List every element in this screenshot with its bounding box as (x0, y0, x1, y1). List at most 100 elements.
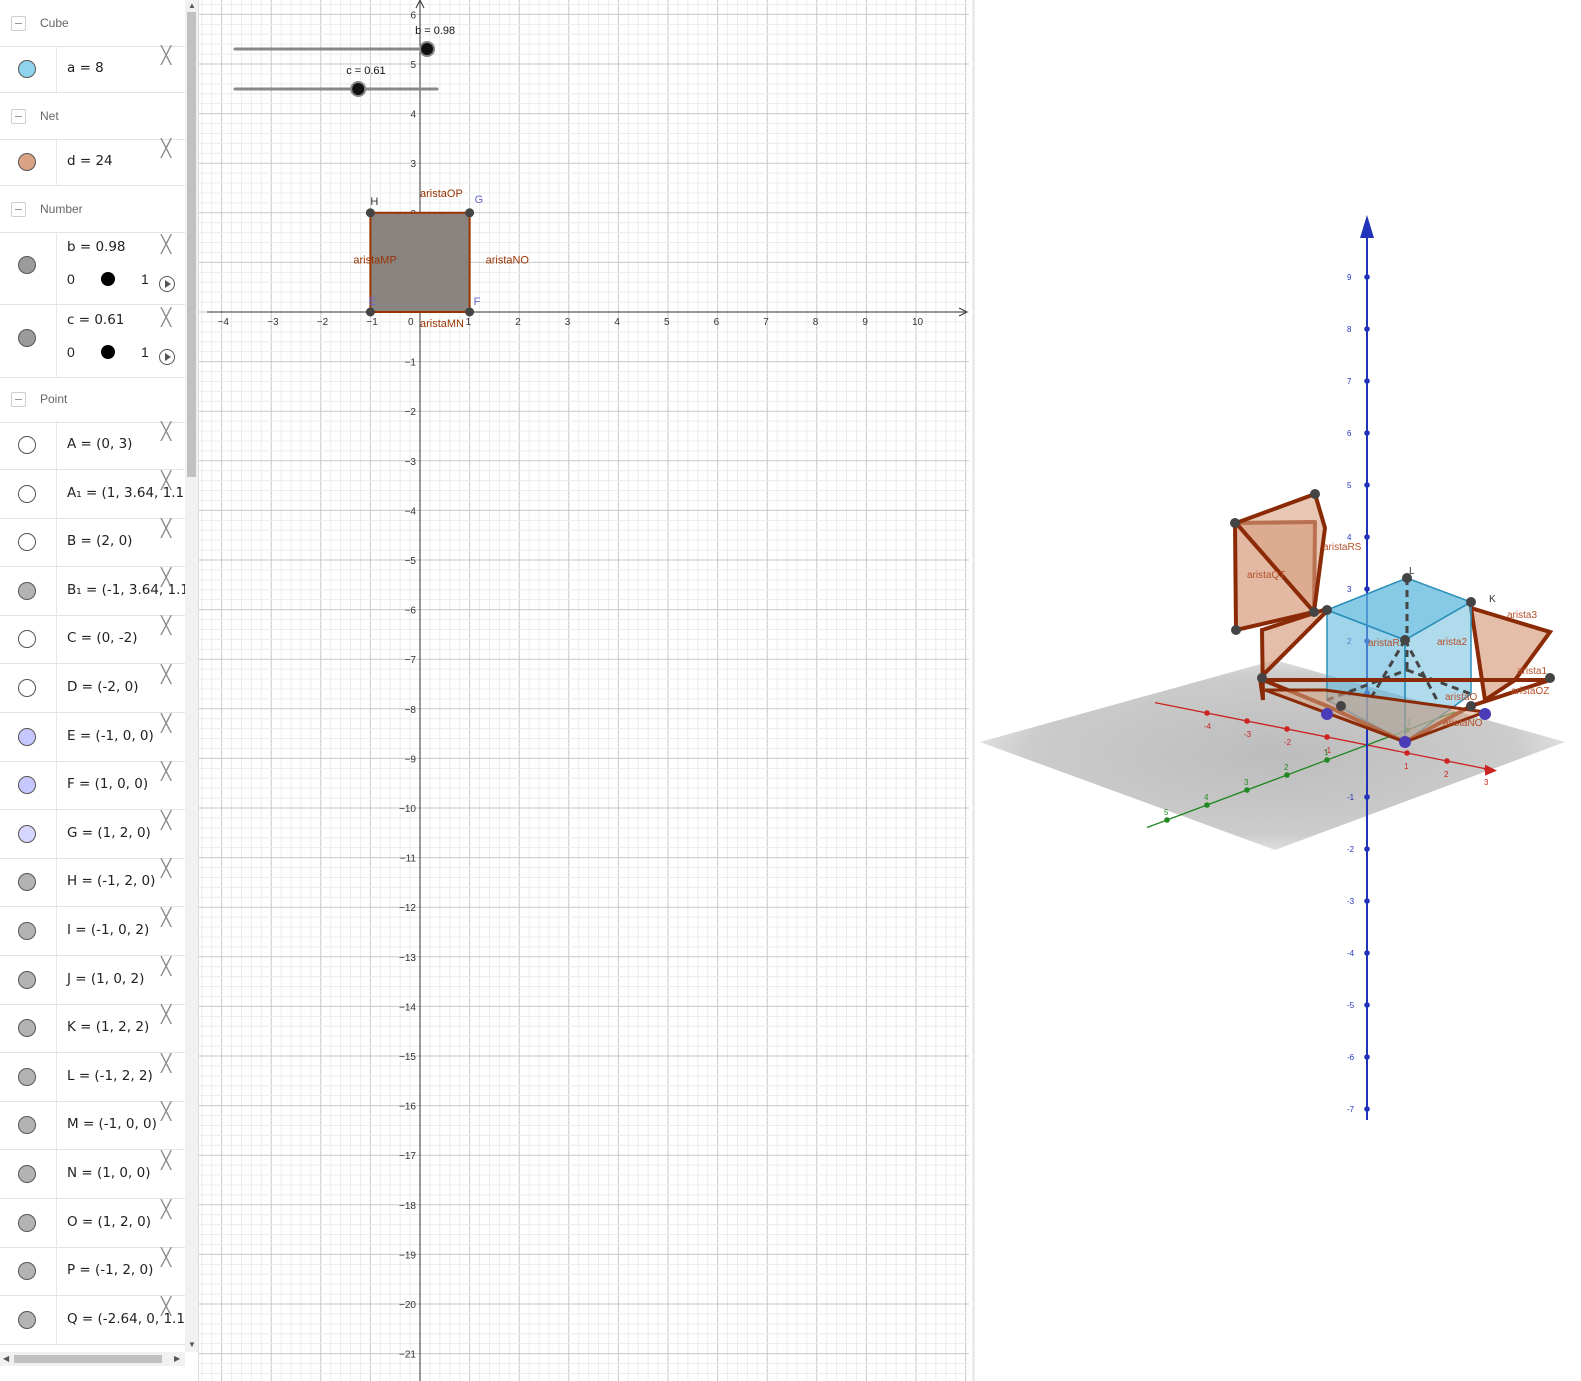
point-row[interactable]: H = (-1, 2, 0) ╳ (0, 858, 185, 908)
delete-object-icon[interactable]: ╳ (161, 715, 171, 733)
slider-handle[interactable] (421, 43, 434, 55)
delete-object-icon[interactable]: ╳ (161, 1103, 171, 1121)
delete-object-icon[interactable]: ╳ (161, 860, 171, 878)
group-header-cube[interactable]: Cube (0, 0, 185, 47)
visibility-toggle-icon[interactable] (18, 329, 36, 347)
visibility-toggle-icon[interactable] (18, 1310, 36, 1329)
object-definition[interactable]: L = (-1, 2, 2) (67, 1068, 153, 1084)
object-definition[interactable]: G = (1, 2, 0) (67, 825, 151, 841)
slider-definition[interactable]: b = 0.98 (67, 239, 126, 255)
point-row[interactable]: L = (-1, 2, 2) ╳ (0, 1052, 185, 1102)
group-header-point[interactable]: Point (0, 376, 185, 423)
delete-object-icon[interactable]: ╳ (161, 617, 171, 635)
object-definition[interactable]: B = (2, 0) (67, 533, 132, 549)
object-definition[interactable]: P = (-1, 2, 0) (67, 1262, 153, 1278)
object-definition[interactable]: N = (1, 0, 0) (67, 1165, 150, 1181)
visibility-toggle-icon[interactable] (18, 1067, 36, 1086)
point-F[interactable] (465, 307, 475, 317)
delete-object-icon[interactable]: ╳ (161, 569, 171, 587)
slider-c[interactable]: c = 0.61 (233, 65, 439, 97)
delete-object-icon[interactable]: ╳ (161, 520, 171, 538)
point-row[interactable]: O = (1, 2, 0) ╳ (0, 1198, 185, 1248)
point-3d[interactable] (1310, 489, 1320, 499)
algebra-horizontal-scroll-thumb[interactable] (14, 1355, 162, 1363)
visibility-toggle-icon[interactable] (18, 679, 36, 697)
delete-object-icon[interactable]: ╳ (161, 140, 171, 158)
object-definition[interactable]: K = (1, 2, 2) (67, 1019, 149, 1035)
point-row[interactable]: C = (0, -2) ╳ (0, 615, 185, 665)
point-row[interactable]: D = (-2, 0) ╳ (0, 664, 185, 713)
visibility-toggle-icon[interactable] (18, 824, 36, 843)
collapse-toggle-icon[interactable] (11, 109, 26, 124)
delete-object-icon[interactable]: ╳ (161, 423, 171, 441)
object-definition[interactable]: D = (-2, 0) (67, 679, 138, 695)
point-row[interactable]: J = (1, 0, 2) ╳ (0, 955, 185, 1005)
point-row[interactable]: N = (1, 0, 0) ╳ (0, 1150, 185, 1199)
delete-object-icon[interactable]: ╳ (161, 763, 171, 781)
point-row[interactable]: Q = (-2.64, 0, 1.15) ╳ (0, 1295, 198, 1345)
point-3d[interactable] (1231, 625, 1241, 635)
collapse-toggle-icon[interactable] (11, 16, 26, 31)
point-row[interactable]: G = (1, 2, 0) ╳ (0, 809, 185, 859)
group-header-net[interactable]: Net (0, 93, 185, 140)
object-definition[interactable]: I = (-1, 0, 2) (67, 922, 149, 938)
point-G[interactable] (465, 208, 475, 218)
point-row[interactable]: E = (-1, 0, 0) ╳ (0, 712, 185, 762)
algebra-vertical-scroll-thumb[interactable] (187, 12, 196, 477)
delete-object-icon[interactable]: ╳ (161, 1152, 171, 1170)
delete-object-icon[interactable]: ╳ (161, 1006, 171, 1024)
slider-row[interactable]: c = 0.61 ╳ 0 1 (0, 305, 185, 378)
delete-object-icon[interactable]: ╳ (161, 472, 171, 490)
play-animation-icon[interactable] (159, 349, 175, 365)
point-row[interactable]: K = (1, 2, 2) ╳ (0, 1004, 185, 1054)
point-row[interactable]: B = (2, 0) ╳ (0, 518, 185, 568)
point-row[interactable]: M = (-1, 0, 0) ╳ (0, 1101, 185, 1151)
group-header-number[interactable]: Number (0, 186, 185, 233)
collapse-toggle-icon[interactable] (11, 202, 26, 217)
object-definition[interactable]: M = (-1, 0, 0) (67, 1116, 157, 1132)
visibility-toggle-icon[interactable] (18, 256, 36, 274)
graphics-view-2d[interactable]: −4−3−2−1012345678910654321−1−2−3−4−5−6−7… (199, 0, 972, 1381)
point-H[interactable] (365, 208, 375, 218)
point-row[interactable]: A = (0, 3) ╳ (0, 421, 185, 470)
object-row[interactable]: d = 24 ╳ (0, 139, 185, 186)
slider-handle[interactable] (101, 345, 115, 359)
object-definition[interactable]: E = (-1, 0, 0) (67, 728, 154, 744)
point-3d-blue[interactable] (1321, 708, 1333, 720)
point-row[interactable]: B₁ = (-1, 3.64, 1.15 ╳ (0, 566, 198, 616)
visibility-toggle-icon[interactable] (18, 436, 36, 454)
delete-object-icon[interactable]: ╳ (161, 1055, 171, 1073)
delete-object-icon[interactable]: ╳ (161, 958, 171, 976)
point-3d[interactable] (1257, 673, 1267, 683)
delete-object-icon[interactable]: ╳ (161, 309, 171, 327)
point-3d-blue[interactable] (1399, 736, 1411, 748)
graphics-view-3d[interactable]: 987654321-1-2-3-4-5-6-7-4-3-2-1123-11234… (975, 0, 1581, 1381)
point-row[interactable]: A₁ = (1, 3.64, 1.15) ╳ (0, 469, 198, 519)
point-3d[interactable] (1400, 635, 1410, 645)
point-row[interactable]: P = (-1, 2, 0) ╳ (0, 1247, 185, 1297)
visibility-toggle-icon[interactable] (18, 484, 36, 503)
scroll-down-arrow-icon[interactable]: ▼ (188, 1340, 196, 1349)
delete-object-icon[interactable]: ╳ (161, 236, 171, 254)
point-row[interactable]: F = (1, 0, 0) ╳ (0, 761, 185, 811)
slider-handle[interactable] (101, 272, 115, 286)
object-definition[interactable]: H = (-1, 2, 0) (67, 873, 155, 889)
object-definition[interactable]: F = (1, 0, 0) (67, 776, 148, 792)
object-definition[interactable]: A = (0, 3) (67, 436, 132, 452)
object-definition[interactable]: O = (1, 2, 0) (67, 1214, 151, 1230)
visibility-toggle-icon[interactable] (18, 581, 36, 600)
object-definition[interactable]: A₁ = (1, 3.64, 1.15) (67, 485, 198, 501)
slider-handle[interactable] (352, 83, 365, 95)
play-animation-icon[interactable] (159, 276, 175, 292)
object-definition[interactable]: a = 8 (67, 60, 104, 76)
visibility-toggle-icon[interactable] (18, 727, 36, 746)
visibility-toggle-icon[interactable] (18, 970, 36, 989)
visibility-toggle-icon[interactable] (18, 1165, 36, 1183)
visibility-toggle-icon[interactable] (18, 922, 36, 940)
slider-b[interactable]: b = 0.98 (233, 25, 455, 57)
object-definition[interactable]: J = (1, 0, 2) (67, 971, 144, 987)
delete-object-icon[interactable]: ╳ (161, 909, 171, 927)
object-definition[interactable]: C = (0, -2) (67, 630, 138, 646)
visibility-toggle-icon[interactable] (18, 1213, 36, 1232)
delete-object-icon[interactable]: ╳ (161, 1249, 171, 1267)
